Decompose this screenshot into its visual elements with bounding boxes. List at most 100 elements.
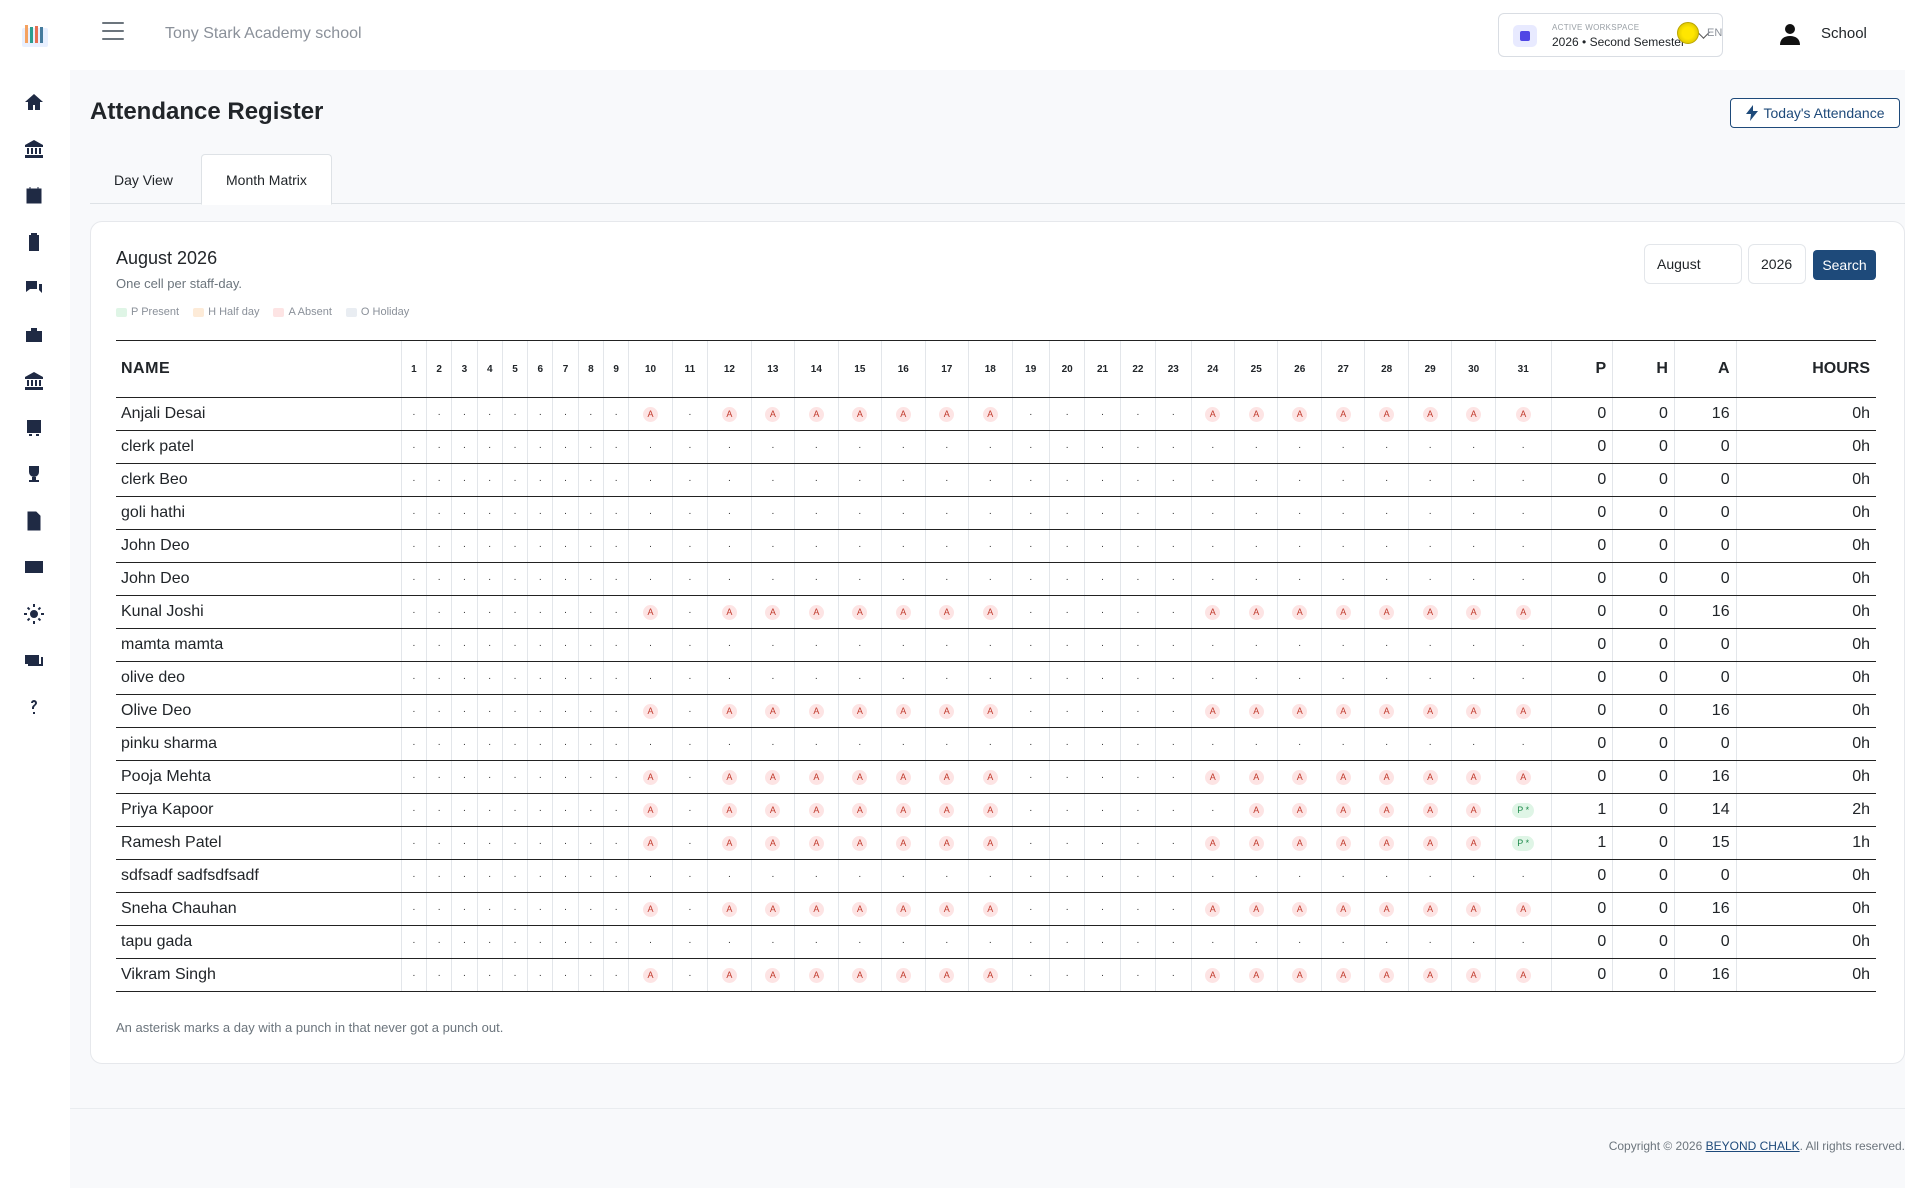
- empty-mark: ·: [1341, 738, 1345, 750]
- empty-mark: ·: [1171, 969, 1175, 981]
- day-cell: ·: [1190, 496, 1235, 530]
- empty-mark: ·: [945, 573, 949, 585]
- day-cell: ·: [527, 397, 553, 431]
- day-cell: ·: [968, 430, 1013, 464]
- app-logo-icon[interactable]: [22, 25, 48, 47]
- day-cell: ·: [968, 628, 1013, 662]
- day-cell: A: [968, 892, 1013, 926]
- day-cell: ·: [1233, 463, 1278, 497]
- gear-icon[interactable]: [12, 598, 56, 630]
- day-cell: A: [1233, 826, 1278, 860]
- lightning-icon: [1745, 105, 1758, 121]
- year-select[interactable]: 2026: [1748, 244, 1806, 284]
- briefcase-icon[interactable]: [12, 319, 56, 351]
- day-cell: ·: [1084, 595, 1121, 629]
- day-cell: A: [881, 793, 926, 827]
- clipboard-icon[interactable]: [12, 226, 56, 258]
- empty-mark: ·: [1521, 573, 1525, 585]
- empty-mark: ·: [1471, 474, 1476, 486]
- empty-mark: ·: [648, 441, 653, 453]
- empty-mark: ·: [688, 936, 692, 948]
- main-content: Attendance Register Today's Attendance D…: [70, 70, 1905, 1108]
- day-cell: A: [707, 760, 752, 794]
- empty-mark: ·: [488, 705, 492, 717]
- card-icon[interactable]: [12, 551, 56, 583]
- help-icon[interactable]: [12, 691, 56, 723]
- column-header-day: 5: [501, 340, 528, 398]
- day-cell: ·: [501, 661, 528, 695]
- beyond-chalk-link[interactable]: BEYOND CHALK: [1706, 1139, 1800, 1153]
- empty-mark: ·: [437, 573, 441, 585]
- user-icon[interactable]: [1778, 22, 1802, 46]
- empty-mark: ·: [1065, 738, 1069, 750]
- day-cell: ·: [1048, 793, 1085, 827]
- menu-toggle-icon[interactable]: [102, 22, 124, 42]
- money-icon[interactable]: [12, 644, 56, 676]
- document-icon[interactable]: [12, 505, 56, 537]
- day-cell: ·: [707, 463, 752, 497]
- empty-mark: ·: [1065, 771, 1069, 783]
- month-select[interactable]: August: [1644, 244, 1742, 284]
- empty-mark: ·: [1100, 969, 1105, 981]
- search-button[interactable]: Search: [1813, 250, 1876, 280]
- column-header-day: 17: [924, 340, 969, 398]
- chat-icon[interactable]: [12, 272, 56, 304]
- day-cell: ·: [552, 628, 579, 662]
- empty-mark: ·: [437, 837, 441, 849]
- day-cell: ·: [577, 628, 604, 662]
- day-cell: ·: [400, 595, 427, 629]
- day-cell: ·: [476, 595, 503, 629]
- absent-badge: A: [765, 901, 781, 917]
- todays-attendance-button[interactable]: Today's Attendance: [1730, 98, 1900, 128]
- absent-badge: A: [982, 835, 998, 851]
- absent-badge: A: [939, 835, 955, 851]
- empty-mark: ·: [538, 573, 542, 585]
- day-cell: ·: [426, 892, 452, 926]
- empty-mark: ·: [1029, 639, 1033, 651]
- empty-mark: ·: [901, 540, 905, 552]
- empty-mark: ·: [771, 738, 775, 750]
- home-icon[interactable]: [12, 86, 56, 118]
- empty-mark: ·: [727, 441, 732, 453]
- empty-mark: ·: [1065, 474, 1069, 486]
- absent-badge: A: [765, 604, 781, 620]
- bus-icon[interactable]: [12, 412, 56, 444]
- day-cell: ·: [1407, 430, 1452, 464]
- empty-mark: ·: [538, 408, 542, 420]
- empty-mark: ·: [771, 441, 775, 453]
- column-header-day: 2: [426, 340, 452, 398]
- table-row: John Deo · · · · · · · · · · · · · · · · · · · · · · · · · · · · · · · 0…: [116, 562, 1876, 596]
- empty-mark: ·: [1136, 540, 1140, 552]
- day-cell: ·: [750, 628, 795, 662]
- absent-badge: A: [808, 703, 824, 719]
- empty-mark: ·: [858, 474, 862, 486]
- bank-icon[interactable]: [12, 133, 56, 165]
- user-name[interactable]: School: [1821, 25, 1867, 42]
- language-selector[interactable]: EN: [1677, 22, 1722, 44]
- empty-mark: ·: [814, 573, 819, 585]
- day-cell: ·: [577, 397, 604, 431]
- tab-day-view[interactable]: Day View: [90, 154, 197, 205]
- absent-badge: A: [1205, 406, 1221, 422]
- day-cell: ·: [476, 463, 503, 497]
- absent-badge: A: [1335, 769, 1351, 785]
- empty-mark: ·: [1428, 639, 1432, 651]
- day-cell: ·: [707, 496, 752, 530]
- table-row: sdfsadf sadfsdfsadf · · · · · · · · · · · · · · · · · · · · ·…: [116, 859, 1876, 893]
- day-cell: ·: [1277, 628, 1322, 662]
- empty-mark: ·: [1029, 804, 1033, 816]
- empty-mark: ·: [1136, 837, 1140, 849]
- table-row: John Deo · · · · · · · · · · · · · · · · · · · · · · · · · · · · · · · 0…: [116, 529, 1876, 563]
- calendar-icon[interactable]: [12, 179, 56, 211]
- empty-mark: ·: [1065, 408, 1069, 420]
- day-cell: ·: [837, 727, 882, 761]
- absent-badge: A: [1248, 406, 1264, 422]
- day-cell: A: [1364, 397, 1409, 431]
- tab-month-matrix[interactable]: Month Matrix: [201, 154, 332, 205]
- day-cell: ·: [527, 892, 553, 926]
- total-hours: 0h: [1735, 958, 1876, 992]
- day-cell: ·: [1155, 463, 1192, 497]
- institution-icon[interactable]: [12, 365, 56, 397]
- legend: P Present H Half day A Absent O Holiday: [116, 306, 409, 318]
- trophy-icon[interactable]: [12, 458, 56, 490]
